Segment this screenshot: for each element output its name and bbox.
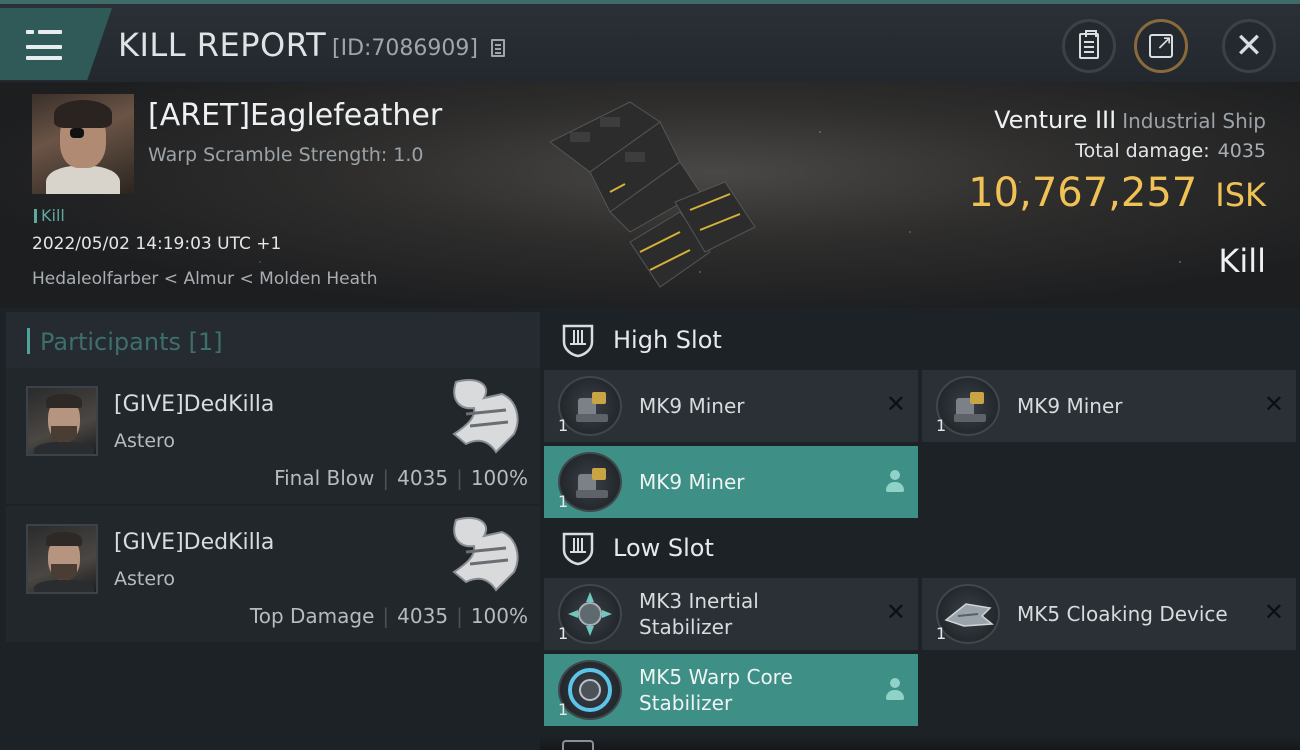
participant-ship: Astero xyxy=(114,430,176,452)
module-item[interactable]: 1 MK5 Cloaking Device ✕ xyxy=(922,578,1296,650)
close-icon: ✕ xyxy=(1234,26,1264,66)
slot-icon xyxy=(562,740,594,750)
kill-tag: Kill xyxy=(34,206,65,225)
person-icon xyxy=(886,470,904,492)
module-qty: 1 xyxy=(558,700,569,719)
top-bar: KILL REPORT [ID:7086909] ✕ xyxy=(0,0,1300,82)
kill-timestamp: 2022/05/02 14:19:03 UTC +1 xyxy=(32,234,282,254)
module-name: MK5 Cloaking Device xyxy=(1017,602,1228,626)
page-title: KILL REPORT xyxy=(118,26,327,64)
mid-slot-header-partial xyxy=(540,736,1300,750)
result-label: Kill xyxy=(1218,242,1266,280)
participant-percent: 100% xyxy=(470,466,528,490)
participants-title: Participants [1] xyxy=(40,328,223,356)
module-qty: 1 xyxy=(558,492,569,511)
participant-ship-image xyxy=(452,517,519,592)
destroyed-x-icon: ✕ xyxy=(1263,390,1284,418)
module-name-line: MK3 Inertial xyxy=(639,589,759,613)
participant-row[interactable]: [GIVE]DedKilla Astero Top Damage | 4035 | 10… xyxy=(6,506,540,642)
participant-name: [GIVE]DedKilla xyxy=(114,392,275,417)
destroyed-x-icon: ✕ xyxy=(1263,598,1284,626)
module-qty: 1 xyxy=(558,624,569,643)
module-name: MK3 Inertial Stabilizer xyxy=(639,588,759,640)
isk-unit: ISK xyxy=(1215,176,1266,214)
module-item[interactable]: 1 MK5 Warp Core Stabilizer xyxy=(544,654,918,726)
warp-scramble-strength: Warp Scramble Strength: 1.0 xyxy=(148,144,424,166)
clipboard-icon xyxy=(1079,30,1099,59)
participant-role: Final Blow xyxy=(274,466,375,490)
victim-avatar[interactable] xyxy=(32,94,134,194)
ship-class: Industrial Ship xyxy=(1122,109,1266,133)
module-name-line: Stabilizer xyxy=(639,615,733,639)
module-name: MK9 Miner xyxy=(1017,394,1123,418)
ship-name-text: Venture III xyxy=(994,106,1117,134)
slot-icon xyxy=(562,324,594,358)
module-item[interactable]: 1 MK3 Inertial Stabilizer ✕ xyxy=(544,578,918,650)
close-button[interactable]: ✕ xyxy=(1222,19,1276,73)
person-icon xyxy=(886,678,904,700)
kill-summary: [ARET]Eaglefeather Warp Scramble Strengt… xyxy=(0,82,1300,308)
module-item[interactable]: 1 MK9 Miner xyxy=(544,446,918,518)
share-button[interactable] xyxy=(1134,19,1188,73)
participant-ship: Astero xyxy=(114,568,176,590)
victim-ship-image xyxy=(549,101,756,288)
victim-name[interactable]: [ARET]Eaglefeather xyxy=(148,98,442,133)
isk-value: 10,767,257 ISK xyxy=(968,170,1266,216)
victim-ship-name[interactable]: Venture III Industrial Ship xyxy=(994,106,1266,134)
high-slot-label: High Slot xyxy=(613,326,722,354)
participant-ship-image xyxy=(452,379,519,454)
clipboard-button[interactable] xyxy=(1062,19,1116,73)
participant-avatar[interactable] xyxy=(26,524,98,594)
menu-icon[interactable] xyxy=(26,26,62,60)
participants-header: Participants [1] xyxy=(6,312,540,370)
total-damage-label: Total damage: xyxy=(1075,140,1210,162)
high-slot-header: High Slot xyxy=(540,308,1300,370)
low-slot-label: Low Slot xyxy=(613,534,714,562)
participant-name: [GIVE]DedKilla xyxy=(114,530,275,555)
total-damage-value: 4035 xyxy=(1217,140,1266,162)
module-name-line: MK5 Warp Core xyxy=(639,665,793,689)
share-icon xyxy=(1149,30,1173,58)
participant-stats: Final Blow | 4035 | 100% xyxy=(274,466,528,490)
module-name: MK9 Miner xyxy=(639,394,745,418)
module-name: MK9 Miner xyxy=(639,470,745,494)
participant-avatar[interactable] xyxy=(26,386,98,456)
module-qty: 1 xyxy=(936,624,947,643)
destroyed-x-icon: ✕ xyxy=(885,390,906,418)
destroyed-x-icon: ✕ xyxy=(885,598,906,626)
isk-amount: 10,767,257 xyxy=(968,170,1198,216)
participant-percent: 100% xyxy=(470,604,528,628)
module-item[interactable]: 1 MK9 Miner ✕ xyxy=(544,370,918,442)
total-damage: Total damage: 4035 xyxy=(1075,140,1266,162)
copy-icon[interactable] xyxy=(491,39,505,57)
kill-location[interactable]: Hedaleolfarber < Almur < Molden Heath xyxy=(32,269,378,289)
participant-stats: Top Damage | 4035 | 100% xyxy=(249,604,528,628)
module-name: MK5 Warp Core Stabilizer xyxy=(639,664,793,716)
low-slot-header: Low Slot xyxy=(540,516,1300,578)
participant-damage: 4035 xyxy=(397,466,449,490)
participant-damage: 4035 xyxy=(397,604,449,628)
fitting-panel: High Slot 1 MK9 Miner ✕ 1 MK9 Miner ✕ 1 … xyxy=(540,308,1300,750)
module-name-line: Stabilizer xyxy=(639,691,733,715)
module-item[interactable]: 1 MK9 Miner ✕ xyxy=(922,370,1296,442)
module-qty: 1 xyxy=(558,416,569,435)
header-accent-bar xyxy=(27,328,30,354)
participant-row[interactable]: [GIVE]DedKilla Astero Final Blow | 4035 | 10… xyxy=(6,368,540,504)
report-id: [ID:7086909] xyxy=(332,36,478,61)
slot-icon xyxy=(562,532,594,566)
participants-panel: Participants [1] [GIVE]DedKilla Astero F… xyxy=(0,308,540,750)
module-qty: 1 xyxy=(936,416,947,435)
participant-role: Top Damage xyxy=(249,604,375,628)
